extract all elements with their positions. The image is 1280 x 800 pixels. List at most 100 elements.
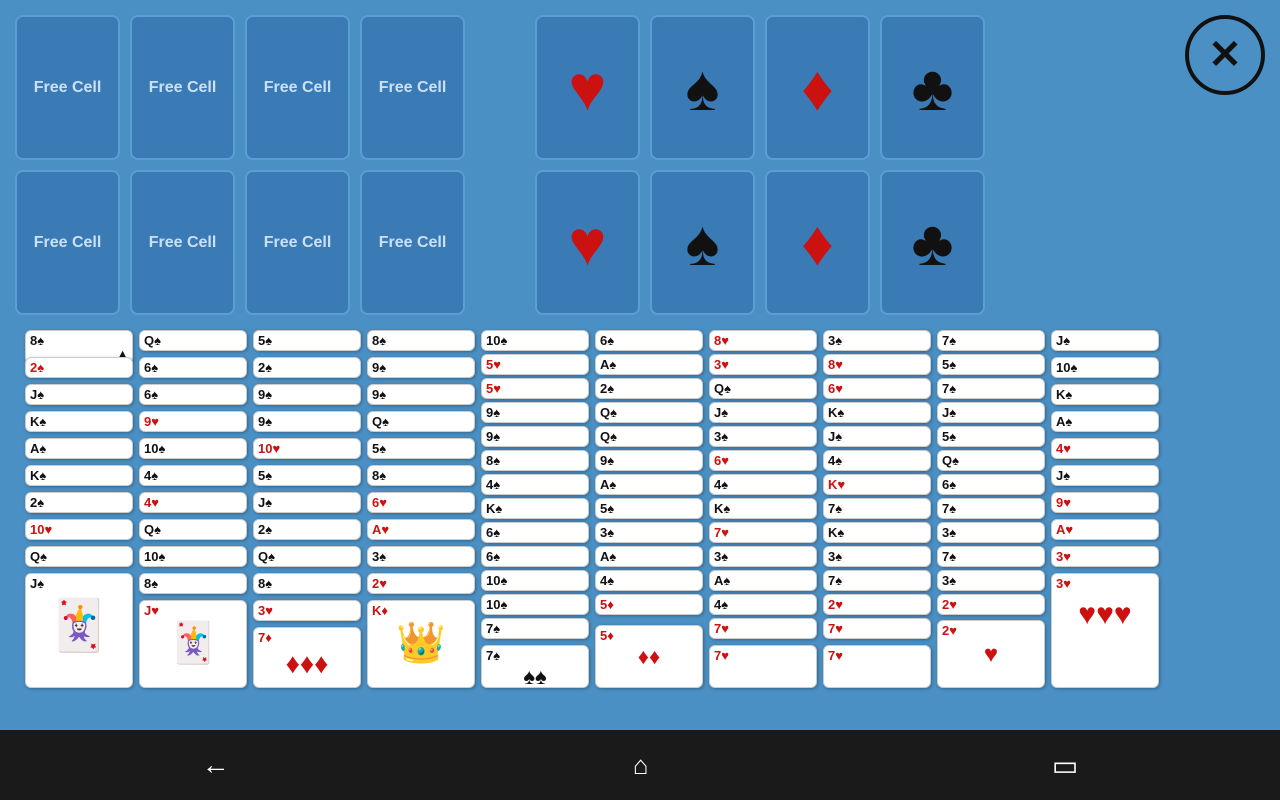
card[interactable]: Q♠ (367, 411, 475, 432)
back-button[interactable]: ← (202, 749, 230, 781)
card[interactable]: 3♠ (823, 546, 931, 567)
card[interactable]: Q♠ (937, 450, 1045, 471)
card[interactable]: J♠ 🃏 (25, 573, 133, 688)
card[interactable]: 5♠ (595, 498, 703, 519)
card[interactable]: 2♠ (25, 357, 133, 378)
card[interactable]: 8♥ (709, 330, 817, 351)
card[interactable]: Q♠ (709, 378, 817, 399)
card[interactable]: 3♥ ♥♥♥ (1051, 573, 1159, 688)
card[interactable]: K♠ (25, 465, 133, 486)
card[interactable]: K♥ (823, 474, 931, 495)
card[interactable]: J♠ (253, 492, 361, 513)
free-cell-7[interactable]: Free Cell (245, 170, 350, 315)
free-cell-5[interactable]: Free Cell (15, 170, 120, 315)
card[interactable]: A♠ (595, 354, 703, 375)
card[interactable]: 7♠ (823, 570, 931, 591)
card[interactable]: 6♥ (823, 378, 931, 399)
card[interactable]: K♦ 👑 (367, 600, 475, 688)
card[interactable]: 5♦ ♦♦ (595, 625, 703, 688)
card[interactable]: 3♠ (709, 426, 817, 447)
card[interactable]: 7♦ ♦♦♦ (253, 627, 361, 688)
card[interactable]: 3♥ (709, 354, 817, 375)
foundation-hearts[interactable]: ♥ (535, 15, 640, 160)
card[interactable]: 3♥ (253, 600, 361, 621)
card[interactable]: 4♥ (1051, 438, 1159, 459)
card[interactable]: 10♠ (481, 330, 589, 351)
card[interactable]: 7♥ (709, 522, 817, 543)
card[interactable]: 10♠ (481, 570, 589, 591)
free-cell-2[interactable]: Free Cell (130, 15, 235, 160)
card[interactable]: 6♠ (937, 474, 1045, 495)
card[interactable]: A♠ (25, 438, 133, 459)
card[interactable]: 8♠ (139, 573, 247, 594)
card[interactable]: 5♥ (481, 378, 589, 399)
card[interactable]: 5♠ (253, 465, 361, 486)
card[interactable]: 6♥ (709, 450, 817, 471)
card[interactable]: 9♠ (481, 426, 589, 447)
home-button[interactable]: ⌂ (633, 749, 649, 781)
card[interactable]: Q♠ (595, 426, 703, 447)
card[interactable]: 7♠ (937, 330, 1045, 351)
card[interactable]: 5♦ (595, 594, 703, 615)
card[interactable]: 7♠ ♠♠ (481, 645, 589, 688)
card[interactable]: 7♠ (937, 378, 1045, 399)
card[interactable]: 9♠ (367, 357, 475, 378)
card[interactable]: K♠ (709, 498, 817, 519)
card[interactable]: Q♠ (139, 330, 247, 351)
card[interactable]: Q♠ (595, 402, 703, 423)
card[interactable]: 3♠ (595, 522, 703, 543)
card[interactable]: 7♥ (709, 645, 817, 688)
card[interactable]: 3♠ (709, 546, 817, 567)
card[interactable]: 5♠ (937, 354, 1045, 375)
card[interactable]: 7♠ (937, 546, 1045, 567)
card[interactable]: 8♠ (367, 330, 475, 351)
card[interactable]: 7♠ (823, 498, 931, 519)
card[interactable]: 9♥ (1051, 492, 1159, 513)
card[interactable]: 6♠ (139, 384, 247, 405)
card[interactable]: 9♥ (139, 411, 247, 432)
card[interactable]: A♠ (595, 546, 703, 567)
card[interactable]: 2♥ ♥ (937, 620, 1045, 688)
free-cell-1[interactable]: Free Cell (15, 15, 120, 160)
card[interactable]: 6♠ (139, 357, 247, 378)
card[interactable]: 2♥ (937, 594, 1045, 615)
card[interactable]: J♠ (709, 402, 817, 423)
card[interactable]: K♠ (1051, 384, 1159, 405)
card[interactable]: 8♥ (823, 354, 931, 375)
card[interactable]: 4♠ (481, 474, 589, 495)
card[interactable]: Q♠ (139, 519, 247, 540)
foundation-clubs-2[interactable]: ♣ (880, 170, 985, 315)
card[interactable]: 9♠ (253, 411, 361, 432)
card[interactable]: K♠ (481, 498, 589, 519)
card[interactable]: 3♠ (367, 546, 475, 567)
card[interactable]: J♠ (937, 402, 1045, 423)
card[interactable]: 10♠ (139, 438, 247, 459)
card[interactable]: 6♠ (595, 330, 703, 351)
card[interactable]: 4♠ (139, 465, 247, 486)
card[interactable]: 7♠ (937, 498, 1045, 519)
card[interactable]: 9♠ (367, 384, 475, 405)
card[interactable]: Q♠ (25, 546, 133, 567)
card[interactable]: J♠ (25, 384, 133, 405)
card[interactable]: 4♠ (823, 450, 931, 471)
foundation-spades[interactable]: ♠ (650, 15, 755, 160)
card[interactable]: 10♠ (139, 546, 247, 567)
card[interactable]: 7♥ (823, 618, 931, 639)
recent-apps-button[interactable]: ▭ (1052, 749, 1078, 782)
card[interactable]: 9♠ (481, 402, 589, 423)
card[interactable]: 2♥ (823, 594, 931, 615)
card[interactable]: 2♠ (595, 378, 703, 399)
card[interactable]: 2♥ (367, 573, 475, 594)
card[interactable]: 3♠ (937, 522, 1045, 543)
card[interactable]: 3♠ (937, 570, 1045, 591)
card[interactable]: 8♠ (367, 465, 475, 486)
foundation-diamonds-2[interactable]: ♦ (765, 170, 870, 315)
card[interactable]: K♠ (823, 402, 931, 423)
card[interactable]: K♠ (823, 522, 931, 543)
card[interactable]: 5♥ (481, 354, 589, 375)
card[interactable]: J♠ (823, 426, 931, 447)
foundation-spades-2[interactable]: ♠ (650, 170, 755, 315)
card[interactable]: 4♠ (709, 474, 817, 495)
card[interactable]: 3♠ (823, 330, 931, 351)
card[interactable]: A♠ (595, 474, 703, 495)
